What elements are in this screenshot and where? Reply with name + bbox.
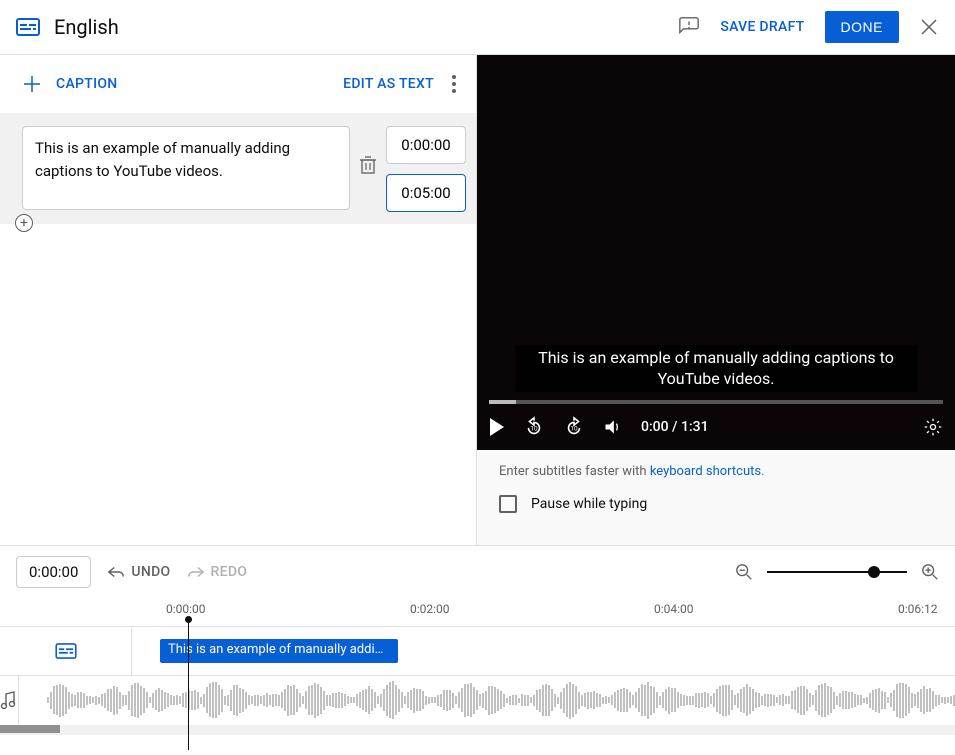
delete-caption-icon[interactable] bbox=[360, 156, 376, 174]
svg-text:10: 10 bbox=[570, 425, 578, 433]
video-time-display: 0:00 / 1:31 bbox=[641, 419, 709, 435]
zoom-slider[interactable] bbox=[767, 571, 907, 573]
pause-while-typing-row: Pause while typing bbox=[477, 489, 955, 519]
caption-label: CAPTION bbox=[56, 76, 118, 92]
forward-10-icon[interactable]: 10 bbox=[563, 416, 585, 438]
done-button[interactable]: DONE bbox=[825, 11, 899, 43]
play-icon[interactable] bbox=[489, 418, 505, 436]
caption-track-icon bbox=[0, 627, 132, 675]
caption-block[interactable]: This is an example of manually adding … bbox=[160, 639, 398, 663]
timeline-toolbar: 0:00:00 UNDO REDO bbox=[0, 546, 955, 598]
video-caption-overlay: This is an example of manually adding ca… bbox=[515, 345, 917, 392]
header: English SAVE DRAFT DONE bbox=[0, 0, 955, 55]
zoom-controls bbox=[735, 563, 939, 581]
settings-gear-icon[interactable] bbox=[923, 417, 943, 437]
timeline-scrollbar[interactable] bbox=[0, 725, 955, 735]
tick: 0:02:00 bbox=[410, 602, 450, 616]
right-pane: This is an example of manually adding ca… bbox=[477, 55, 955, 545]
timeline: 0:00:00 UNDO REDO 0:00:00 0:02:00 0:04:0… bbox=[0, 545, 955, 735]
svg-text:10: 10 bbox=[530, 425, 538, 433]
caption-row: + bbox=[0, 114, 476, 224]
time-inputs bbox=[386, 126, 466, 212]
tick: 0:04:00 bbox=[654, 602, 694, 616]
add-caption-button[interactable]: CAPTION bbox=[20, 72, 118, 96]
caption-textarea[interactable] bbox=[22, 126, 350, 210]
video-player[interactable]: This is an example of manually adding ca… bbox=[477, 55, 955, 450]
add-caption-below-icon[interactable]: + bbox=[15, 214, 33, 232]
tick: 0:00:00 bbox=[166, 602, 206, 616]
edit-as-text-button[interactable]: EDIT AS TEXT bbox=[343, 76, 434, 92]
start-time-input[interactable] bbox=[386, 126, 466, 164]
timeline-ruler[interactable]: 0:00:00 0:02:00 0:04:00 0:06:12 bbox=[160, 598, 955, 626]
plus-icon bbox=[20, 72, 44, 96]
audio-waveform[interactable] bbox=[19, 676, 955, 724]
audio-track-row bbox=[0, 676, 955, 724]
pause-while-typing-label: Pause while typing bbox=[531, 496, 647, 512]
caption-track-row: This is an example of manually adding … bbox=[0, 626, 955, 676]
timeline-current-time[interactable]: 0:00:00 bbox=[16, 556, 91, 588]
playhead[interactable] bbox=[188, 620, 189, 750]
timeline-tracks-wrapper: 0:00:00 0:02:00 0:04:00 0:06:12 This is … bbox=[0, 598, 955, 724]
rewind-10-icon[interactable]: 10 bbox=[523, 416, 545, 438]
caption-track[interactable]: This is an example of manually adding … bbox=[132, 627, 955, 675]
video-controls: 10 10 0:00 / 1:31 bbox=[477, 404, 955, 450]
redo-button[interactable]: REDO bbox=[187, 564, 248, 580]
options-menu-icon[interactable] bbox=[448, 67, 456, 101]
end-time-input[interactable] bbox=[386, 174, 466, 212]
hints-text: Enter subtitles faster with keyboard sho… bbox=[477, 450, 955, 489]
left-toolbar: CAPTION EDIT AS TEXT bbox=[0, 55, 476, 114]
keyboard-shortcuts-link[interactable]: keyboard shortcuts bbox=[650, 464, 761, 479]
undo-button[interactable]: UNDO bbox=[107, 564, 170, 580]
tick: 0:06:12 bbox=[898, 602, 938, 616]
page-title: English bbox=[54, 15, 678, 39]
captions-icon bbox=[16, 18, 40, 36]
save-draft-button[interactable]: SAVE DRAFT bbox=[720, 19, 804, 35]
zoom-out-icon[interactable] bbox=[735, 563, 753, 581]
volume-icon[interactable] bbox=[603, 417, 623, 437]
zoom-in-icon[interactable] bbox=[921, 563, 939, 581]
feedback-icon[interactable] bbox=[678, 16, 700, 38]
close-icon[interactable] bbox=[919, 17, 939, 37]
pause-while-typing-checkbox[interactable] bbox=[499, 495, 517, 513]
audio-track-icon bbox=[0, 676, 19, 724]
left-pane: CAPTION EDIT AS TEXT + bbox=[0, 55, 477, 545]
main: CAPTION EDIT AS TEXT + This is an exampl… bbox=[0, 55, 955, 545]
